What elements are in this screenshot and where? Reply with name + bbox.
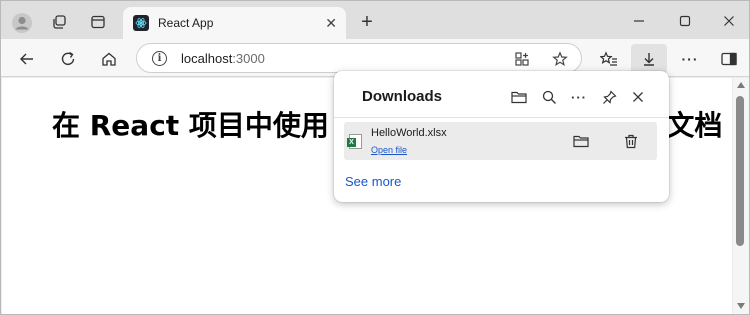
close-window-button[interactable] [719,11,739,31]
scroll-thumb[interactable] [736,96,744,246]
more-menu-icon[interactable]: ··· [676,45,704,73]
maximize-button[interactable] [675,11,695,31]
minimize-button[interactable] [629,11,649,31]
sidebar-toggle-icon[interactable] [715,45,743,73]
tab-actions-icon[interactable] [85,9,111,35]
close-downloads-icon[interactable] [627,86,649,108]
scroll-down-arrow-icon[interactable] [737,303,745,309]
show-in-folder-icon[interactable] [571,131,591,151]
url-text[interactable]: localhost:3000 [181,51,265,66]
download-file-name: HelloWorld.xlsx [371,127,447,139]
browser-window: React App ✕ + i localhost:3000 ··· 在 Rea… [0,0,750,315]
home-button[interactable] [95,45,123,73]
tab-react-app[interactable]: React App ✕ [123,7,346,39]
profile-avatar-icon[interactable] [9,10,35,36]
open-file-link[interactable]: Open file [371,145,407,155]
favorites-icon[interactable] [595,45,623,73]
open-downloads-folder-icon[interactable] [508,86,530,108]
downloads-divider [334,117,669,118]
downloads-more-options-icon[interactable]: ··· [568,86,590,108]
tab-close-icon[interactable]: ✕ [325,15,337,32]
downloads-button[interactable] [631,44,667,74]
back-button[interactable] [13,45,41,73]
url-host: localhost [181,51,233,66]
pin-icon[interactable] [598,86,620,108]
app-available-icon[interactable] [512,49,532,69]
tab-title: React App [158,16,214,30]
favorite-star-icon[interactable] [550,49,570,69]
excel-file-icon: X [347,134,362,149]
url-port: :3000 [232,51,265,66]
downloads-panel: Downloads ··· X HelloWorld.xlsx Open fil… [334,71,669,202]
new-tab-button[interactable]: + [354,9,380,35]
see-more-link[interactable]: See more [345,174,401,189]
downloads-title: Downloads [362,88,443,105]
tab-bar: React App ✕ + [1,1,749,39]
site-info-icon[interactable]: i [152,51,167,66]
workspaces-icon[interactable] [46,9,72,35]
vertical-scrollbar[interactable] [733,78,749,314]
address-bar[interactable]: i localhost:3000 [136,43,582,73]
download-item[interactable]: X HelloWorld.xlsx Open file [344,122,657,160]
react-favicon-icon [133,15,149,31]
delete-download-icon[interactable] [621,131,641,151]
refresh-button[interactable] [54,45,82,73]
search-downloads-icon[interactable] [538,86,560,108]
scroll-up-arrow-icon[interactable] [737,82,745,88]
